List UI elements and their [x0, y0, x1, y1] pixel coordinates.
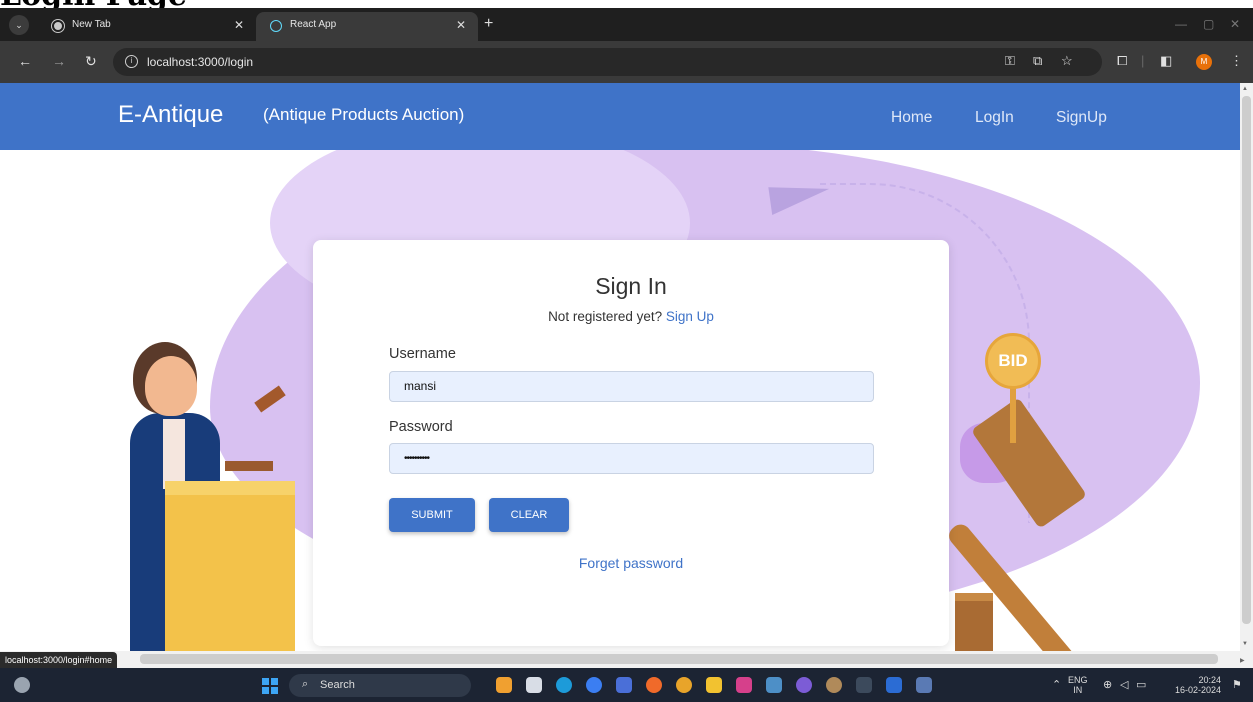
site-navbar: E-Antique (Antique Products Auction) Hom…: [0, 83, 1240, 150]
username-input[interactable]: mansi: [389, 371, 874, 402]
clock[interactable]: 20:24 16-02-2024: [1155, 675, 1221, 695]
nav-signup[interactable]: SignUp: [1056, 109, 1107, 127]
address-bar[interactable]: i localhost:3000/login ⚿ ⧉ ☆: [113, 48, 1102, 76]
profile-avatar[interactable]: M: [1196, 54, 1212, 70]
signin-title: Sign In: [595, 273, 667, 299]
chrome-icon[interactable]: [676, 677, 692, 693]
forget-password-link[interactable]: Forget password: [313, 555, 949, 571]
widgets-app-icon[interactable]: [496, 677, 512, 693]
submit-button[interactable]: SUBMIT: [389, 498, 475, 532]
tab-title: React App: [290, 19, 337, 30]
notification-icon[interactable]: ⚑: [1232, 678, 1242, 691]
word-icon[interactable]: [886, 677, 902, 693]
window-close-icon[interactable]: ✕: [1230, 17, 1240, 31]
bid-paddle: BID: [985, 333, 1041, 389]
clear-button[interactable]: CLEAR: [489, 498, 569, 532]
close-icon[interactable]: ✕: [234, 18, 244, 32]
language-indicator[interactable]: ENG IN: [1068, 675, 1088, 695]
page-heading: Login Page: [0, 0, 1253, 8]
react-icon: [270, 20, 282, 32]
chrome-icon: [52, 20, 64, 32]
clock-date: 16-02-2024: [1174, 685, 1221, 695]
network-icon[interactable]: ⊕: [1103, 678, 1112, 691]
browser-tab-bar: ⌄ New Tab ✕ React App ✕ + — ▢ ✕: [0, 8, 1253, 41]
nav-home[interactable]: Home: [891, 109, 932, 127]
folder-icon[interactable]: [706, 677, 722, 693]
vertical-scroll-thumb[interactable]: [1242, 96, 1251, 624]
podium-illustration: [165, 481, 295, 651]
search-icon: ⌕: [302, 678, 309, 690]
key-icon[interactable]: ⚿: [1005, 53, 1015, 69]
browser-toolbar: ← → ↻ i localhost:3000/login ⚿ ⧉ ☆ ⧠ | ◧…: [0, 41, 1253, 83]
scroll-right-icon[interactable]: ▶: [1240, 657, 1245, 664]
settings-icon[interactable]: [826, 677, 842, 693]
toolbar-divider: |: [1141, 53, 1145, 68]
menu-icon[interactable]: ⋮: [1230, 53, 1243, 69]
app-icon-snip[interactable]: [916, 677, 932, 693]
restore-icon[interactable]: ▢: [1203, 17, 1214, 31]
auctioneer-shirt: [163, 419, 185, 489]
password-label: Password: [389, 419, 453, 435]
tab-new-tab[interactable]: New Tab ✕: [38, 12, 256, 41]
signin-subtitle-text: Not registered yet?: [548, 309, 663, 324]
chevron-up-icon[interactable]: ⌃: [1052, 678, 1061, 691]
url-text: localhost:3000/login: [147, 55, 254, 69]
battery-icon[interactable]: ▭: [1136, 678, 1146, 691]
info-icon[interactable]: i: [125, 55, 138, 68]
scroll-down-icon[interactable]: ▼: [1242, 641, 1248, 647]
bid-paddle-stick: [1010, 383, 1016, 443]
status-bar-url: localhost:3000/login#home: [0, 652, 118, 668]
extensions-icon[interactable]: ⧠: [1117, 53, 1127, 69]
side-panel-icon[interactable]: ◧: [1160, 53, 1172, 69]
scroll-up-icon[interactable]: ▲: [1242, 86, 1248, 92]
store-icon[interactable]: [616, 677, 632, 693]
signup-link[interactable]: Sign Up: [666, 309, 714, 324]
nav-login[interactable]: LogIn: [975, 109, 1014, 127]
books-illustration: [955, 593, 993, 651]
install-icon[interactable]: ⧉: [1033, 53, 1042, 69]
lang-bottom: IN: [1073, 685, 1083, 695]
firefox-icon[interactable]: [646, 677, 662, 693]
app-icon-blue[interactable]: [766, 677, 782, 693]
windows-taskbar: ⌕ Search ⌃ ENG IN ⊕ ◁ ▭ 20:24 16-02-2024…: [0, 668, 1253, 702]
start-icon[interactable]: [262, 678, 278, 694]
taskbar-search[interactable]: ⌕ Search: [289, 674, 471, 697]
signin-card: Sign In Not registered yet? Sign Up User…: [313, 240, 949, 646]
tab-react-app[interactable]: React App ✕: [256, 12, 478, 41]
close-icon[interactable]: ✕: [456, 18, 466, 32]
auctioneer-head: [145, 356, 197, 416]
weather-icon[interactable]: [14, 677, 30, 693]
tab-search-icon[interactable]: ⌄: [9, 15, 29, 35]
forward-icon[interactable]: →: [52, 53, 66, 69]
brand-title[interactable]: E-Antique: [118, 101, 223, 129]
new-tab-icon[interactable]: +: [484, 15, 493, 33]
tab-title: New Tab: [72, 19, 111, 30]
signin-subtitle: Not registered yet? Sign Up: [313, 309, 949, 324]
heading-text: Login Page: [0, 0, 187, 8]
lang-top: ENG: [1068, 675, 1088, 685]
star-icon[interactable]: ☆: [1061, 53, 1073, 69]
horizontal-scroll-thumb[interactable]: [140, 654, 1218, 664]
chrome-alt-icon[interactable]: [586, 677, 602, 693]
search-text: Search: [320, 679, 355, 691]
brand-subtitle: (Antique Products Auction): [263, 105, 465, 124]
username-label: Username: [389, 346, 456, 362]
chrome-profile-icon[interactable]: [796, 677, 812, 693]
reload-icon[interactable]: ↻: [85, 53, 97, 70]
terminal-icon[interactable]: [856, 677, 872, 693]
edge-icon[interactable]: [556, 677, 572, 693]
volume-icon[interactable]: ◁: [1120, 678, 1128, 691]
back-icon[interactable]: ←: [18, 53, 32, 69]
clock-time: 20:24: [1198, 675, 1221, 685]
password-input[interactable]: ••••••••••: [389, 443, 874, 474]
file-app-icon[interactable]: [526, 677, 542, 693]
gavel-block-illustration: [225, 461, 273, 471]
app-icon-pink[interactable]: [736, 677, 752, 693]
page-viewport: BID E-Antique (Antique Products Auction)…: [0, 83, 1240, 651]
minimize-icon[interactable]: —: [1175, 17, 1187, 31]
